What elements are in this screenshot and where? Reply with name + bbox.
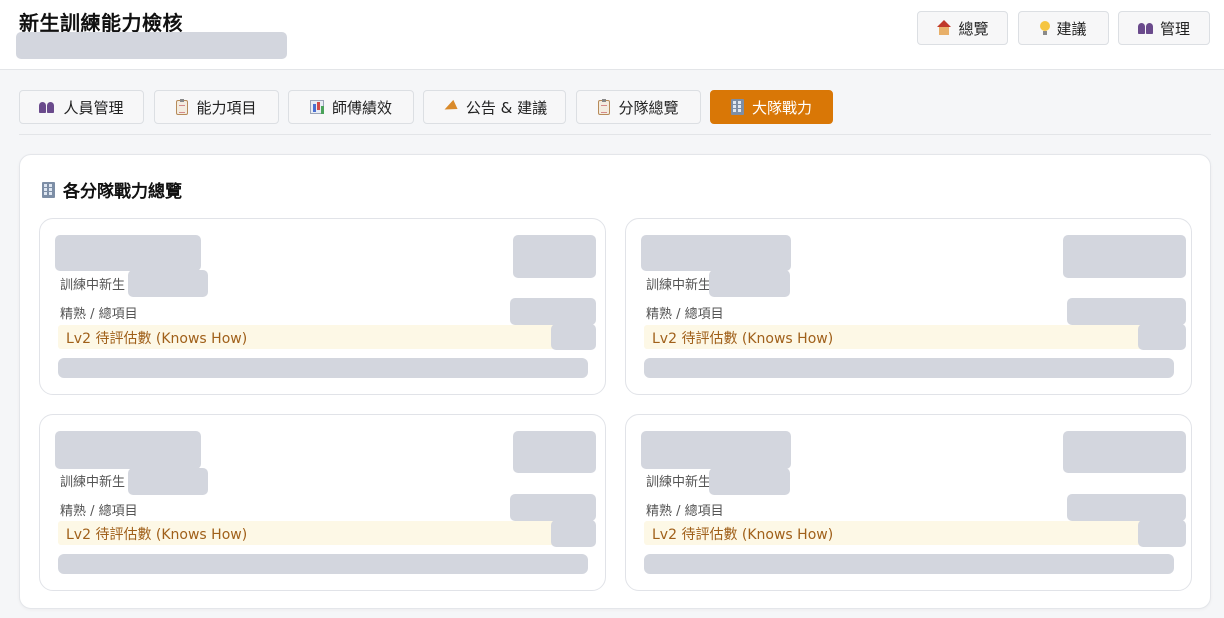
trainees-label: 訓練中新生 [646, 278, 712, 293]
redacted-squad-score [1063, 431, 1186, 473]
lv2-pending-row: Lv2 待評估數 (Knows How) [644, 325, 1179, 349]
lightbulb-icon [1040, 21, 1051, 35]
clipboard-icon [598, 98, 611, 115]
redacted-subtitle [16, 32, 287, 59]
redacted-mastery-value [1067, 494, 1186, 521]
clipboard-icon [176, 98, 189, 115]
redacted-lv2-value [551, 520, 596, 547]
tab-personnel[interactable]: 人員管理 [19, 90, 144, 124]
tab-announcements[interactable]: 公告 & 建議 [423, 90, 566, 124]
redacted-lv2-value [551, 324, 596, 350]
redacted-trainees-value [128, 270, 208, 297]
panel-title-text: 各分隊戰力總覽 [63, 182, 182, 202]
people-icon [1137, 22, 1154, 34]
redacted-progress-bar [644, 358, 1174, 378]
office-building-icon [42, 181, 55, 198]
tab-squad-overview[interactable]: 分隊總覽 [576, 90, 701, 124]
tab-label: 大隊戰力 [751, 98, 812, 117]
panel-title: 各分隊戰力總覽 [42, 177, 182, 202]
suggestions-button[interactable]: 建議 [1018, 11, 1109, 45]
mastery-label: 精熟 / 總項目 [646, 504, 724, 519]
lv2-pending-row: Lv2 待評估數 (Knows How) [58, 521, 593, 545]
redacted-lv2-value [1138, 324, 1186, 350]
tab-label: 能力項目 [196, 98, 257, 117]
redacted-progress-bar [644, 554, 1174, 574]
squad-card[interactable]: 訓練中新生 精熟 / 總項目 Lv2 待評估數 (Knows How) [625, 414, 1192, 591]
squad-card[interactable]: 訓練中新生 精熟 / 總項目 Lv2 待評估數 (Knows How) [39, 414, 606, 591]
redacted-progress-bar [58, 554, 588, 574]
office-building-icon [730, 99, 744, 115]
trainees-label: 訓練中新生 [646, 475, 712, 490]
overview-button[interactable]: 總覽 [917, 11, 1008, 45]
admin-button[interactable]: 管理 [1118, 11, 1210, 45]
redacted-squad-name [55, 235, 201, 271]
redacted-trainees-value [709, 468, 790, 495]
mastery-label: 精熟 / 總項目 [60, 307, 138, 322]
redacted-squad-score [513, 431, 596, 473]
redacted-lv2-value [1138, 520, 1186, 547]
tab-label: 師傅績效 [331, 98, 392, 117]
redacted-squad-name [641, 235, 791, 271]
redacted-mastery-value [1067, 298, 1186, 325]
lv2-pending-label: Lv2 待評估數 (Knows How) [652, 527, 834, 543]
tab-label: 分隊總覽 [618, 98, 679, 117]
squad-card[interactable]: 訓練中新生 精熟 / 總項目 Lv2 待評估數 (Knows How) [39, 218, 606, 395]
tab-skills[interactable]: 能力項目 [154, 90, 279, 124]
lv2-pending-label: Lv2 待評估數 (Knows How) [652, 331, 834, 347]
admin-button-label: 管理 [1159, 19, 1190, 38]
house-icon [936, 20, 952, 36]
tab-battalion-strength[interactable]: 大隊戰力 [710, 90, 833, 124]
lv2-pending-label: Lv2 待評估數 (Knows How) [66, 527, 248, 543]
tabs-divider [19, 134, 1211, 135]
tab-label: 人員管理 [63, 98, 124, 117]
trainees-label: 訓練中新生 [60, 475, 126, 490]
mastery-label: 精熟 / 總項目 [60, 504, 138, 519]
tab-mentor-performance[interactable]: 師傅績效 [288, 90, 414, 124]
redacted-squad-score [1063, 235, 1186, 278]
squad-strength-panel: 各分隊戰力總覽 訓練中新生 精熟 / 總項目 Lv2 待評估數 (Knows H… [19, 154, 1211, 609]
redacted-squad-score [513, 235, 596, 278]
top-bar: 新生訓練能力檢核 總覽 建議 管理 [0, 0, 1224, 70]
tab-label: 公告 & 建議 [465, 98, 548, 117]
redacted-squad-name [641, 431, 791, 469]
redacted-mastery-value [510, 494, 596, 521]
mastery-label: 精熟 / 總項目 [646, 307, 724, 322]
megaphone-icon [442, 100, 458, 114]
lv2-pending-row: Lv2 待評估數 (Knows How) [58, 325, 593, 349]
lv2-pending-row: Lv2 待評估數 (Knows How) [644, 521, 1179, 545]
people-icon [39, 101, 55, 113]
overview-button-label: 總覽 [958, 19, 989, 38]
trainees-label: 訓練中新生 [60, 278, 126, 293]
redacted-mastery-value [510, 298, 596, 325]
redacted-trainees-value [709, 270, 790, 297]
squad-card[interactable]: 訓練中新生 精熟 / 總項目 Lv2 待評估數 (Knows How) [625, 218, 1192, 395]
lv2-pending-label: Lv2 待評估數 (Knows How) [66, 331, 248, 347]
suggestions-button-label: 建議 [1056, 19, 1087, 38]
bar-chart-icon [309, 100, 324, 114]
redacted-trainees-value [128, 468, 208, 495]
redacted-progress-bar [58, 358, 588, 378]
redacted-squad-name [55, 431, 201, 469]
